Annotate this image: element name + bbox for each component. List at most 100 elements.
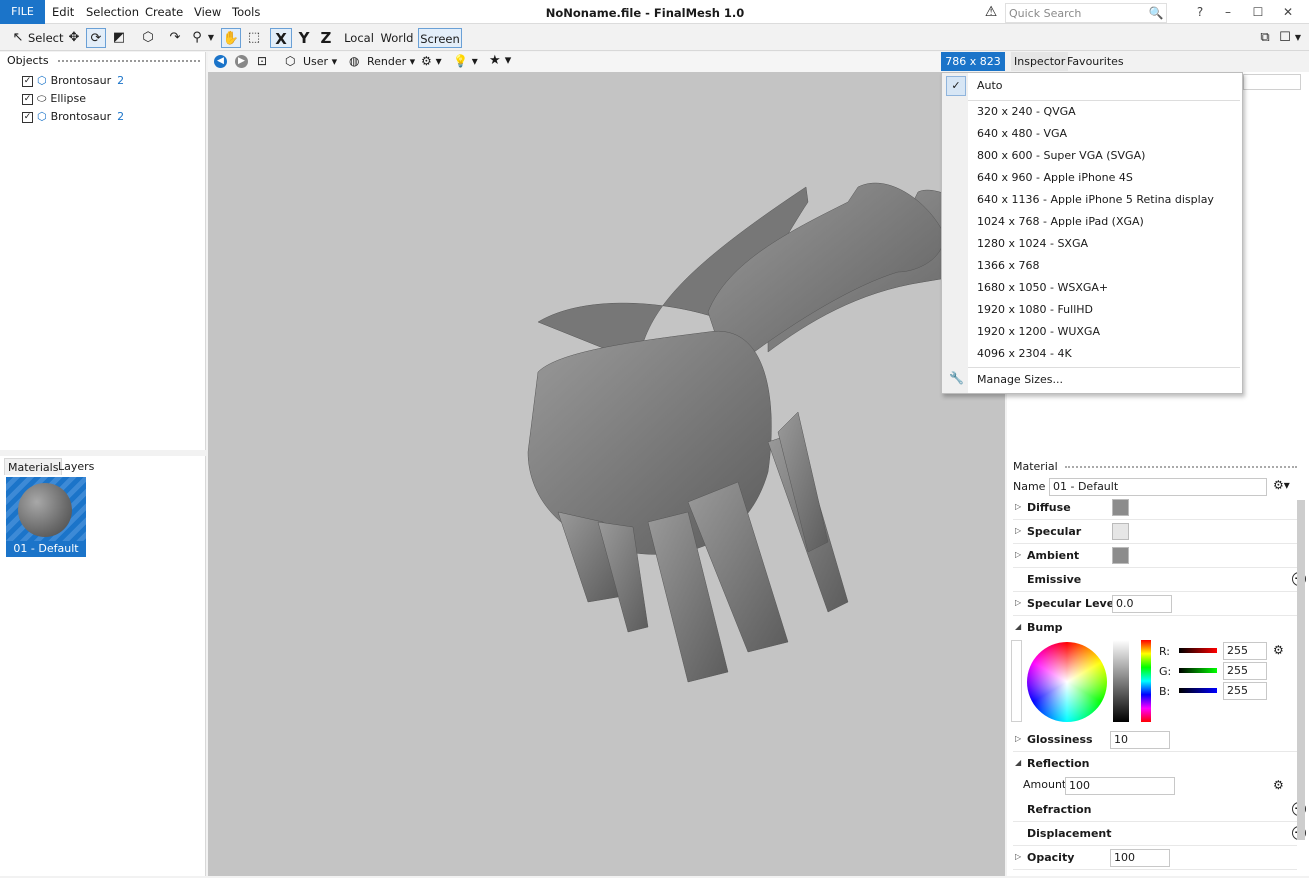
pan-hand-icon[interactable]: ✋ [221,28,241,48]
glossiness-field[interactable]: 10 [1110,731,1170,749]
checkbox[interactable]: ✓ [22,111,33,123]
zoom-icon[interactable]: ⚲ [187,28,207,48]
refraction-row[interactable]: Refraction+ [1013,798,1306,822]
b-field[interactable]: 255 [1223,682,1267,700]
menu-item-size[interactable]: 640 x 960 - Apple iPhone 4S [977,167,1133,189]
panel-grip[interactable] [58,60,200,62]
displacement-row[interactable]: Displacement+ [1013,822,1306,846]
rotate-icon[interactable]: ⟳ [86,28,106,48]
gear-icon[interactable]: ⚙▾ [1273,478,1290,492]
world-button[interactable]: World [380,28,414,48]
gear-icon[interactable]: ⚙ [1273,778,1284,792]
render-dropdown[interactable]: Render ▾ [367,55,415,68]
orbit-icon[interactable]: ↷ [165,28,185,48]
menu-item-size[interactable]: 640 x 480 - VGA [977,123,1067,145]
menu-item-size[interactable]: 800 x 600 - Super VGA (SVGA) [977,145,1145,167]
r-field[interactable]: 255 [1223,642,1267,660]
checkbox[interactable]: ✓ [22,93,33,105]
3d-viewport[interactable] [208,72,1009,876]
axis-y-button[interactable]: Y [294,28,314,48]
close-icon[interactable]: ✕ [1278,3,1298,21]
specular-level-row[interactable]: ▷ Specular Level 0.0 [1013,592,1297,616]
chevron-down-icon[interactable]: ▼ [206,28,216,48]
opacity-field[interactable]: 100 [1110,849,1170,867]
menu-item-auto[interactable]: Auto [977,75,1003,97]
camera-dropdown[interactable]: User ▾ [303,55,337,68]
move-icon[interactable]: ✥ [64,28,84,48]
menu-view[interactable]: View [194,0,221,24]
expand-icon[interactable]: ▷ [1015,502,1021,511]
maximize-icon[interactable]: ☐ [1248,3,1268,21]
material-name-field[interactable]: 01 - Default [1049,478,1267,496]
hue-slider[interactable] [1141,640,1151,722]
menu-item-size[interactable]: 1920 x 1080 - FullHD [977,299,1093,321]
select-arrow-icon[interactable]: ↖ [8,28,28,48]
select-button[interactable]: Select [28,28,63,48]
glossiness-row[interactable]: ▷ Glossiness 10 [1013,728,1297,752]
menu-item-size[interactable]: 4096 x 2304 - 4K [977,343,1072,365]
tab-materials[interactable]: Materials [4,458,63,475]
menu-item-size[interactable]: 320 x 240 - QVGA [977,101,1076,123]
ambient-row[interactable]: ▷ Ambient [1013,544,1297,568]
inspector-filter-input[interactable] [1243,74,1301,90]
diffuse-row[interactable]: ▷ Diffuse [1013,496,1297,520]
search-icon[interactable]: 🔍 [1148,5,1164,21]
scale-icon[interactable]: ◩ [109,28,129,48]
menu-item-size[interactable]: 1280 x 1024 - SXGA [977,233,1088,255]
gear-icon[interactable]: ⚙ ▾ [421,54,442,68]
marquee-icon[interactable]: ⬚ [244,28,264,48]
bump-row[interactable]: ◢ Bump [1013,616,1297,640]
menu-item-size[interactable]: 1024 x 768 - Apple iPad (XGA) [977,211,1144,233]
menu-item-manage-sizes[interactable]: Manage Sizes... [977,369,1063,391]
brightness-slider[interactable] [1113,640,1129,722]
gear-icon[interactable]: ⚙ [1273,643,1284,657]
fit-view-icon[interactable]: ⊡ [257,54,267,68]
expand-icon[interactable]: ▷ [1015,734,1021,743]
expand-icon[interactable]: ▷ [1015,526,1021,535]
camera-cube-icon[interactable]: ⬡ [285,54,295,68]
minimize-icon[interactable]: – [1218,3,1238,21]
list-item[interactable]: ✓ ⬡ Brontosaur 2 [22,72,202,90]
back-icon[interactable]: ◀ [214,55,227,68]
axis-x-button[interactable]: X [270,28,292,48]
local-button[interactable]: Local [343,28,375,48]
tab-favourites[interactable]: Favourites [1067,52,1124,71]
help-icon[interactable]: ? [1190,3,1210,21]
opacity-row[interactable]: ▷ Opacity 100 [1013,846,1297,870]
b-slider[interactable] [1179,688,1217,693]
r-slider[interactable] [1179,648,1217,653]
menu-edit[interactable]: Edit [52,0,74,24]
layout-icon[interactable]: ⧉ [1255,28,1275,48]
reflection-row[interactable]: ◢ Reflection [1013,752,1297,776]
light-bulb-icon[interactable]: 💡 ▾ [453,54,478,68]
emissive-row[interactable]: Emissive+ [1013,568,1306,592]
specular-row[interactable]: ▷ Specular [1013,520,1297,544]
expand-icon[interactable]: ▷ [1015,550,1021,559]
star-icon[interactable]: ★ ▾ [489,53,511,68]
menu-selection[interactable]: Selection [86,0,139,24]
screen-button[interactable]: Screen [418,28,462,48]
menu-item-size[interactable]: 1920 x 1200 - WUXGA [977,321,1100,343]
g-slider[interactable] [1179,668,1217,673]
quick-search-input[interactable]: Quick Search [1005,3,1167,23]
menu-tools[interactable]: Tools [232,0,260,24]
material-thumbnail[interactable]: 01 - Default [6,477,86,557]
menu-item-size[interactable]: 1680 x 1050 - WSXGA+ [977,277,1108,299]
file-menu-button[interactable]: FILE [0,0,45,24]
panel-grip[interactable] [1065,466,1297,468]
ambient-swatch[interactable] [1112,547,1129,564]
expand-icon[interactable]: ▷ [1015,598,1021,607]
collapse-icon[interactable]: ◢ [1015,758,1021,767]
menu-create[interactable]: Create [145,0,183,24]
render-globe-icon[interactable]: ◍ [349,54,359,68]
g-field[interactable]: 255 [1223,662,1267,680]
warning-icon[interactable]: ⚠ [983,4,999,20]
forward-icon[interactable]: ▶ [235,55,248,68]
inspector-scrollbar[interactable] [1297,500,1305,840]
list-item[interactable]: ✓ ⬭ Ellipse [22,90,202,108]
axis-z-button[interactable]: Z [316,28,336,48]
color-wheel[interactable] [1027,642,1107,722]
specular-swatch[interactable] [1112,523,1129,540]
expand-icon[interactable]: ▷ [1015,852,1021,861]
chevron-down-icon[interactable]: ▼ [1292,28,1304,48]
